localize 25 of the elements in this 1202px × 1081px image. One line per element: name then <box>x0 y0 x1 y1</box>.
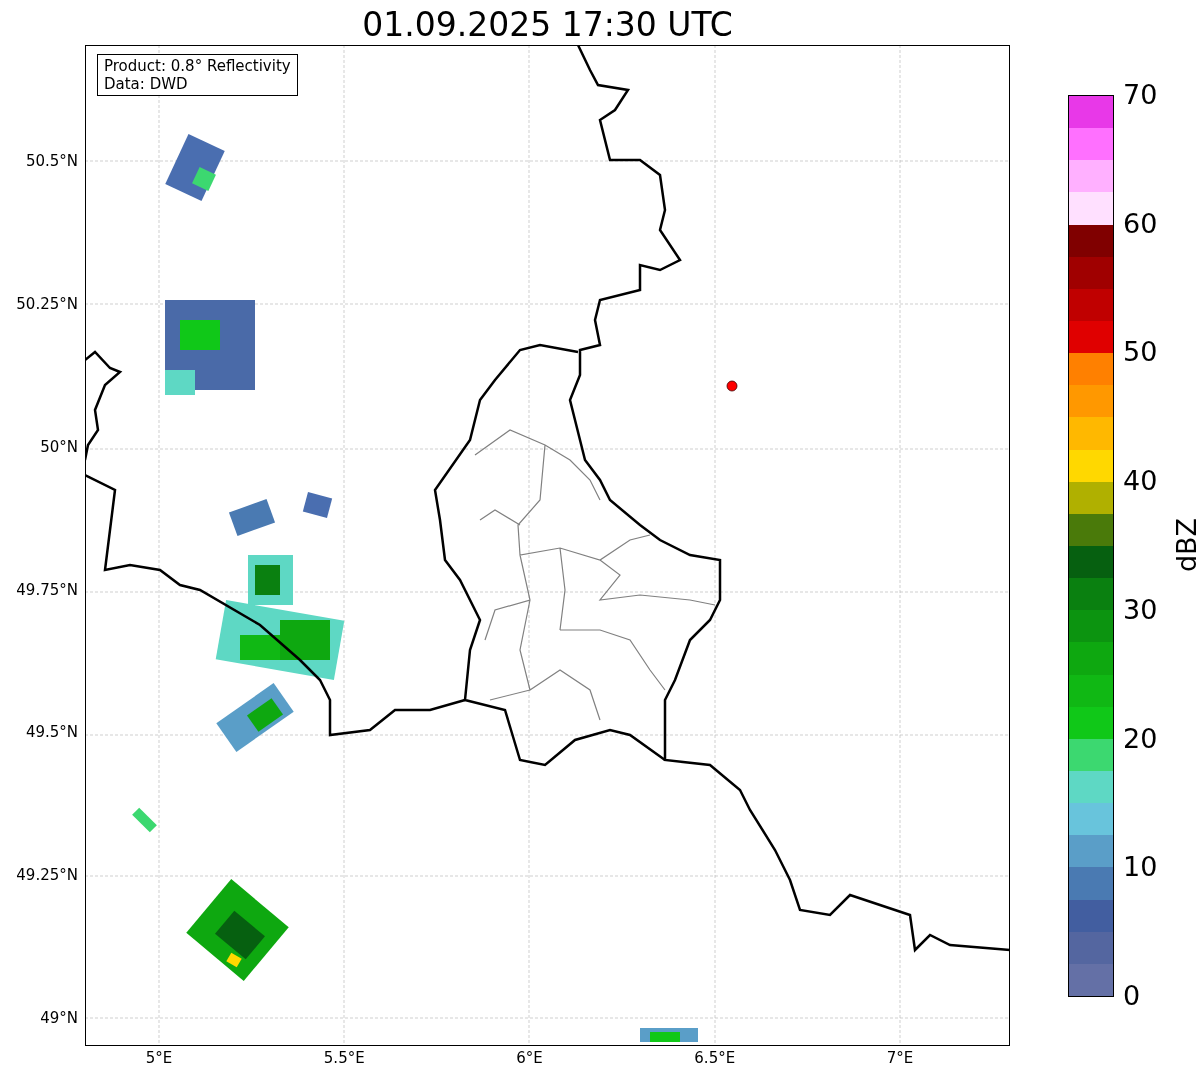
tick-label: 20 <box>1123 723 1158 754</box>
tick-label: 50°N <box>40 437 78 456</box>
tick-label: 49.75°N <box>16 580 78 599</box>
tick-label: 60 <box>1123 208 1158 239</box>
tick-label: 50 <box>1123 337 1158 368</box>
info-text: Product: 0.8° Reflectivity <box>104 57 291 75</box>
tick-label: 49°N <box>40 1009 78 1027</box>
tick-label: 6.5°E <box>694 1049 736 1067</box>
tick-label: 5.5°E <box>323 1049 365 1067</box>
tick-label: 6°E <box>516 1049 543 1067</box>
chart-title: 01.09.2025 17:30 UTC <box>361 4 734 46</box>
tick-label: 5°E <box>145 1049 173 1067</box>
tick-label: 0 <box>1123 981 1141 1011</box>
info-text: Data: DWD <box>104 75 189 93</box>
tick-label: 7°E <box>886 1049 914 1067</box>
tick-label: 70 <box>1123 80 1158 110</box>
tick-label: 50.5°N <box>25 152 78 170</box>
tick-label: 49.25°N <box>16 866 78 885</box>
tick-label: 10 <box>1123 852 1158 883</box>
tick-label: 40 <box>1123 466 1158 497</box>
tick-label: 49.5°N <box>25 723 78 742</box>
station-marker <box>726 380 738 392</box>
tick-label: 30 <box>1123 594 1158 625</box>
axis-label: dBZ <box>1172 517 1202 573</box>
tick-label: 50.25°N <box>16 294 78 313</box>
